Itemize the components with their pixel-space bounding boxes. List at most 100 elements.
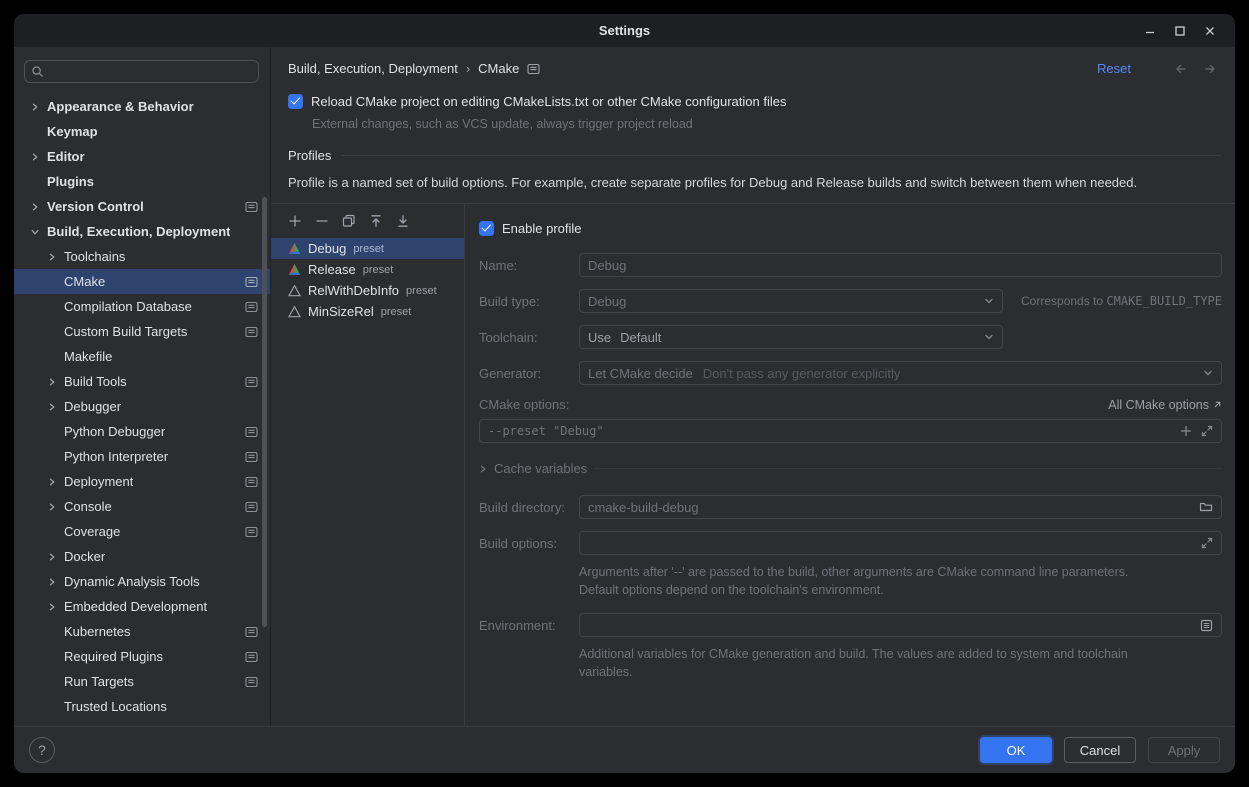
sidebar-item-embedded-development[interactable]: Embedded Development [14,594,270,619]
remove-profile-button[interactable] [313,212,331,230]
folder-icon[interactable] [1199,501,1213,513]
profile-item-release[interactable]: Release preset [271,259,464,280]
sidebar-item-custom-build-targets[interactable]: Custom Build Targets [14,319,270,344]
sidebar-item-label: Python Interpreter [64,449,168,464]
sidebar-item-makefile[interactable]: Makefile [14,344,270,369]
breadcrumb-build-execution-deployment[interactable]: Build, Execution, Deployment [288,61,458,76]
back-arrow-icon[interactable] [1169,58,1191,80]
copy-profile-button[interactable] [340,212,358,230]
profiles-toolbar [271,209,464,238]
sidebar-item-label: CMake [64,274,105,289]
sidebar-item-label: Docker [64,549,105,564]
maximize-button[interactable] [1165,14,1195,47]
chevron-right-icon[interactable] [48,378,64,386]
chevron-right-icon[interactable] [48,253,64,261]
minimize-button[interactable] [1135,14,1165,47]
profiles-section-title: Profiles [288,148,331,163]
search-box[interactable] [24,60,259,83]
search-input[interactable] [49,64,252,79]
chevron-right-icon[interactable] [31,153,47,161]
profile-item-relwithdebinfo[interactable]: RelWithDebInfo preset [271,280,464,301]
breadcrumb-separator: › [466,61,470,76]
sidebar-item-run-targets[interactable]: Run Targets [14,669,270,694]
cmake-options-value: --preset "Debug" [488,424,604,438]
profile-tag: preset [381,306,412,318]
reload-cmake-checkbox[interactable]: Reload CMake project on editing CMakeLis… [288,91,1221,111]
close-button[interactable] [1195,14,1225,47]
profile-name: RelWithDebInfo [308,283,399,298]
build-options-input[interactable] [579,531,1222,555]
profile-item-minsizerel[interactable]: MinSizeRel preset [271,301,464,322]
forward-arrow-icon[interactable] [1199,58,1221,80]
cancel-button[interactable]: Cancel [1064,737,1136,763]
sidebar-item-appearance-behavior[interactable]: Appearance & Behavior [14,94,270,119]
chevron-right-icon[interactable] [48,578,64,586]
sidebar-item-build-execution-deployment[interactable]: Build, Execution, Deployment [14,219,270,244]
sidebar-item-python-interpreter[interactable]: Python Interpreter [14,444,270,469]
chevron-right-icon[interactable] [48,478,64,486]
chevron-right-icon[interactable] [31,103,47,111]
sidebar-item-console[interactable]: Console [14,494,270,519]
chevron-right-icon[interactable] [48,603,64,611]
sidebar-item-required-plugins[interactable]: Required Plugins [14,644,270,669]
dialog-footer: ? OK Cancel Apply [14,726,1235,773]
chevron-right-icon[interactable] [48,553,64,561]
move-up-button[interactable] [367,212,385,230]
sidebar-item-version-control[interactable]: Version Control [14,194,270,219]
profile-item-debug[interactable]: Debug preset [271,238,464,259]
sidebar-scrollbar[interactable] [262,197,267,627]
cmake-options-input[interactable]: --preset "Debug" [479,419,1222,443]
reset-link[interactable]: Reset [1097,61,1131,76]
move-down-button[interactable] [394,212,412,230]
environment-variables-icon[interactable] [1200,619,1213,632]
toolchain-select[interactable]: Use Default [579,325,1003,349]
sidebar-item-dynamic-analysis-tools[interactable]: Dynamic Analysis Tools [14,569,270,594]
sidebar-item-editor[interactable]: Editor [14,144,270,169]
chevron-down-icon[interactable] [31,228,47,236]
sidebar-item-compilation-database[interactable]: Compilation Database [14,294,270,319]
sidebar-item-label: Debugger [64,399,121,414]
sidebar-item-cmake[interactable]: CMake [14,269,270,294]
sidebar-item-label: Editor [47,149,85,164]
project-settings-icon [245,201,258,213]
build-type-select[interactable]: Debug [579,289,1003,313]
generator-select[interactable]: Let CMake decide Don't pass any generato… [579,361,1222,385]
chevron-down-icon [984,296,994,306]
toolchain-label: Toolchain: [479,330,579,345]
chevron-right-icon[interactable] [48,503,64,511]
sidebar-item-trusted-locations[interactable]: Trusted Locations [14,694,270,719]
apply-button[interactable]: Apply [1148,737,1220,763]
sidebar-item-build-tools[interactable]: Build Tools [14,369,270,394]
sidebar-item-kubernetes[interactable]: Kubernetes [14,619,270,644]
add-profile-button[interactable] [286,212,304,230]
sidebar-item-deployment[interactable]: Deployment [14,469,270,494]
enable-profile-checkbox[interactable]: Enable profile [479,218,1222,238]
breadcrumb: Build, Execution, Deployment › CMake [288,61,540,76]
cache-variables-toggle[interactable]: Cache variables [479,461,1222,476]
sidebar-item-docker[interactable]: Docker [14,544,270,569]
settings-dialog: Settings App [14,14,1235,773]
expand-icon[interactable] [1201,537,1213,549]
sidebar-item-debugger[interactable]: Debugger [14,394,270,419]
help-button[interactable]: ? [29,737,55,763]
all-cmake-options-link[interactable]: All CMake options [1108,398,1222,412]
sidebar-item-coverage[interactable]: Coverage [14,519,270,544]
environment-input[interactable] [579,613,1222,637]
build-directory-input[interactable]: cmake-build-debug [579,495,1222,519]
name-label: Name: [479,258,579,273]
name-input[interactable]: Debug [579,253,1222,277]
sidebar-item-label: Coverage [64,524,120,539]
chevron-right-icon[interactable] [31,203,47,211]
environment-label: Environment: [479,618,579,633]
ok-button[interactable]: OK [980,737,1052,763]
sidebar-item-toolchains[interactable]: Toolchains [14,244,270,269]
sidebar-item-plugins[interactable]: Plugins [14,169,270,194]
sidebar-item-python-debugger[interactable]: Python Debugger [14,419,270,444]
project-settings-icon [245,651,258,663]
profile-name: Release [308,262,356,277]
add-option-icon[interactable] [1180,425,1192,437]
sidebar-item-keymap[interactable]: Keymap [14,119,270,144]
cmake-profile-icon [288,263,301,276]
expand-icon[interactable] [1201,425,1213,437]
chevron-right-icon[interactable] [48,403,64,411]
